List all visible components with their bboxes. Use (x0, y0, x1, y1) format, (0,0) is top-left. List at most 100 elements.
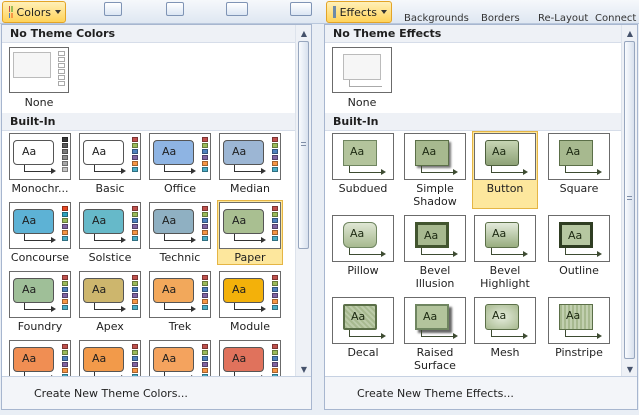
relayout-label[interactable]: Re-Layout (538, 13, 588, 23)
arrow-right-icon (381, 169, 386, 175)
effect-theme-tile[interactable]: Aa Square (546, 131, 612, 209)
effect-theme-preview: Aa (474, 133, 536, 180)
effects-dropdown-button[interactable]: Effects (326, 1, 392, 23)
color-swatch (202, 275, 208, 280)
effects-scrollbar[interactable]: ▲ ▼ (621, 25, 637, 377)
color-theme-label: Module (230, 320, 270, 333)
chevron-down-icon (55, 10, 61, 14)
color-swatch (132, 218, 138, 223)
sample-shape: Aa (153, 209, 194, 234)
color-theme-label: Monochr... (11, 182, 69, 195)
effect-theme-tile[interactable]: Aa Raised Surface (402, 295, 468, 373)
effect-theme-label: Decal (347, 346, 379, 359)
arrow-right-icon (261, 168, 266, 174)
scroll-up-icon[interactable]: ▲ (296, 25, 311, 41)
color-swatch-strip (202, 137, 208, 172)
sample-shape: Aa (559, 140, 593, 166)
color-theme-tile[interactable]: Aa Concourse (7, 200, 73, 265)
color-swatch (202, 281, 208, 286)
arrow-right-icon (597, 169, 602, 175)
scroll-down-icon[interactable]: ▼ (296, 361, 311, 377)
borders-label[interactable]: Borders (481, 13, 520, 23)
effect-theme-label: Bevel (419, 264, 451, 277)
color-swatch (62, 275, 68, 280)
color-swatch (132, 350, 138, 355)
effect-theme-preview: Aa (332, 133, 394, 180)
color-theme-tile[interactable]: Aa Technic (147, 200, 213, 265)
sample-text: Aa (232, 145, 247, 158)
color-theme-tile[interactable]: Aa Median (217, 131, 283, 196)
effect-theme-tile[interactable]: Aa Bevel Highlight (472, 213, 538, 291)
color-swatch (272, 149, 278, 154)
effect-theme-tile[interactable]: Aa Pillow (330, 213, 396, 291)
colors-dropdown-button[interactable]: Colors (2, 1, 66, 23)
color-swatch-strip (272, 137, 278, 172)
effect-theme-tile[interactable]: Aa Bevel Illusion (402, 213, 468, 291)
color-swatch (202, 299, 208, 304)
color-theme-tile[interactable]: Aa Trek (147, 269, 213, 334)
color-theme-tile[interactable]: Aa Apex (77, 269, 143, 334)
color-swatch (272, 362, 278, 367)
color-theme-tile[interactable]: Aa Paper (217, 200, 283, 265)
scrollbar-thumb[interactable] (298, 41, 309, 249)
color-swatch (272, 350, 278, 355)
sample-shape: Aa (343, 140, 377, 166)
color-swatch (202, 230, 208, 235)
effect-theme-tile[interactable]: Aa Decal (330, 295, 396, 373)
effect-theme-tile[interactable]: Aa Mesh (472, 295, 538, 373)
color-swatch (62, 155, 68, 160)
page-icon[interactable] (166, 2, 184, 16)
connector-line (421, 336, 454, 337)
colors-button-label: Colors (16, 5, 51, 19)
effect-theme-tile[interactable]: Aa Simple Shadow (402, 131, 468, 209)
color-theme-preview: Aa (149, 133, 211, 180)
color-swatch-strip (62, 344, 68, 379)
arrow-right-icon (261, 237, 266, 243)
color-swatch (272, 137, 278, 142)
color-swatch (202, 218, 208, 223)
effect-theme-label: Bevel (489, 264, 521, 277)
arrow-right-icon (51, 168, 56, 174)
create-theme-effects-link[interactable]: Create New Theme Effects... (325, 376, 637, 409)
paint-bucket-icon[interactable] (104, 2, 122, 16)
sample-text: Aa (22, 283, 37, 296)
color-swatch (132, 293, 138, 298)
color-swatch (202, 143, 208, 148)
effect-theme-tile[interactable]: Aa Outline (546, 213, 612, 291)
color-theme-tile[interactable]: Aa Basic (77, 131, 143, 196)
none-effects-option[interactable]: None (330, 45, 394, 109)
effect-theme-tile[interactable]: Aa Button (472, 131, 538, 209)
color-theme-tile[interactable]: Aa Module (217, 269, 283, 334)
backgrounds-label[interactable]: Backgrounds (404, 13, 469, 23)
sample-shape: Aa (223, 347, 264, 372)
effect-theme-tile[interactable]: Aa Subdued (330, 131, 396, 209)
color-swatch (272, 305, 278, 310)
relayout-icon[interactable] (226, 2, 248, 16)
scrollbar-thumb[interactable] (624, 41, 635, 359)
connector-line (349, 336, 382, 337)
color-swatch (62, 281, 68, 286)
connector-line (164, 240, 192, 241)
color-theme-label: Basic (95, 182, 125, 195)
scroll-down-icon[interactable]: ▼ (622, 361, 637, 377)
arrow-right-icon (381, 251, 386, 257)
color-theme-label: Foundry (17, 320, 63, 333)
color-swatch (62, 305, 68, 310)
color-theme-tile[interactable]: Aa Foundry (7, 269, 73, 334)
color-swatch (62, 287, 68, 292)
none-colors-option[interactable]: None (7, 45, 71, 109)
color-theme-tile[interactable]: Aa Solstice (77, 200, 143, 265)
color-theme-tile[interactable]: Aa Office (147, 131, 213, 196)
create-theme-colors-link[interactable]: Create New Theme Colors... (2, 376, 311, 409)
colors-scrollbar[interactable]: ▲ ▼ (295, 25, 311, 377)
color-swatch (62, 167, 68, 172)
effect-theme-preview: Aa (404, 215, 466, 262)
color-theme-preview: Aa (149, 271, 211, 318)
effect-theme-tile[interactable]: Aa Pinstripe (546, 295, 612, 373)
connector-line (349, 254, 382, 255)
connect-icon[interactable] (290, 2, 312, 16)
scroll-up-icon[interactable]: ▲ (622, 25, 637, 41)
color-theme-tile[interactable]: Aa Monochr... (7, 131, 73, 196)
sample-shape: Aa (13, 140, 54, 165)
connect-label[interactable]: Connect (595, 13, 636, 23)
